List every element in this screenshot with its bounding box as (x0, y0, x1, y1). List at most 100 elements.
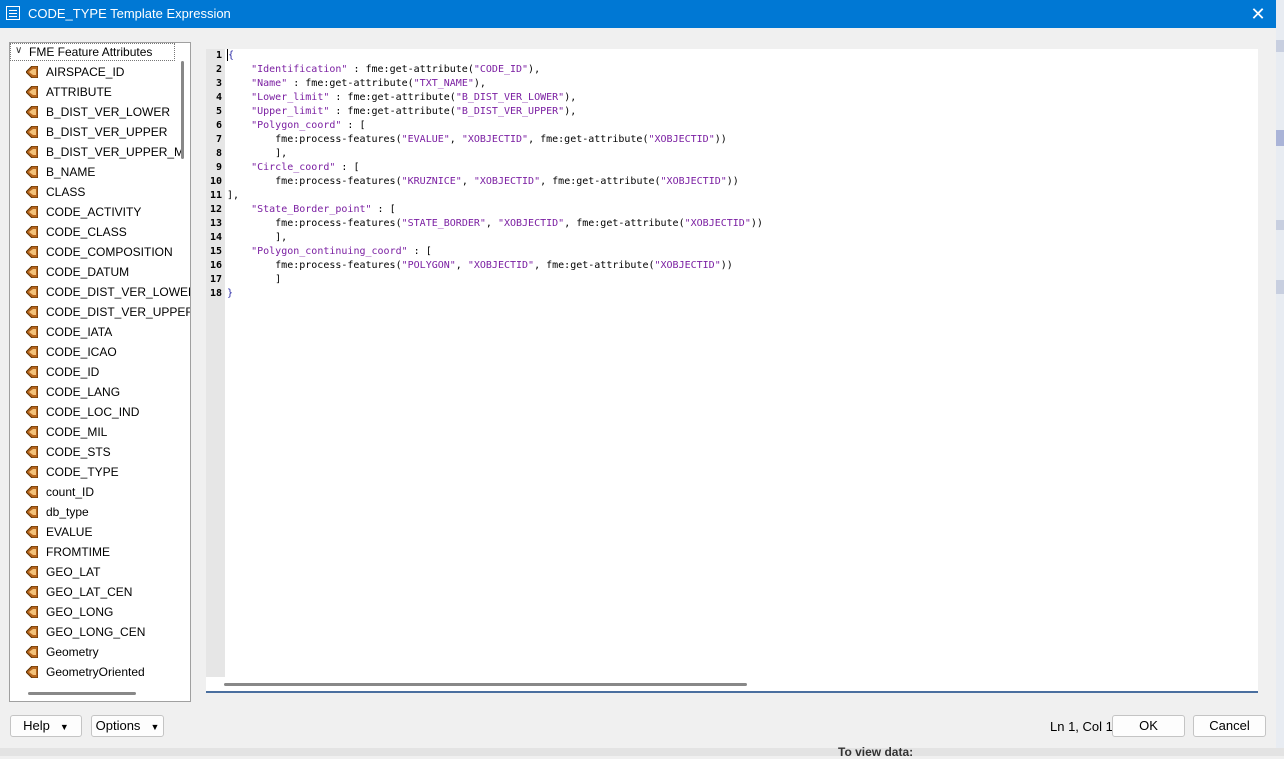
tree-item-label: CODE_ICAO (46, 345, 117, 359)
line-number-gutter: 1 2 3 4 5 6 7 8 9 10 11 12 13 14 15 16 17 18 (206, 49, 225, 677)
code-line[interactable]: "Name" : fme:get-attribute("TXT_NAME"), (227, 77, 1258, 91)
attribute-icon (26, 226, 38, 238)
tree-item[interactable]: GeometryOriented (10, 662, 176, 682)
code-line[interactable]: ], (227, 147, 1258, 161)
attribute-icon (26, 566, 38, 578)
tree-item[interactable]: CODE_TYPE (10, 462, 176, 482)
tree-root-fme-feature-attributes[interactable]: ∨ FME Feature Attributes (10, 43, 175, 61)
ok-button[interactable]: OK (1112, 715, 1185, 737)
code-line[interactable]: fme:process-features("POLYGON", "XOBJECT… (227, 259, 1258, 273)
tree-item-label: CODE_DATUM (46, 265, 130, 279)
line-number: 17 (209, 274, 222, 285)
line-number: 14 (209, 232, 222, 243)
tree-item-label: CODE_LOC_IND (46, 405, 140, 419)
tree-item[interactable]: B_DIST_VER_UPPER_M (10, 142, 184, 162)
help-button[interactable]: Help ▼ (10, 715, 82, 737)
line-number: 13 (209, 218, 222, 229)
code-line[interactable]: "Lower_limit" : fme:get-attribute("B_DIS… (227, 91, 1258, 105)
tree-item[interactable]: FROMTIME (10, 542, 176, 562)
code-line[interactable]: "Upper_limit" : fme:get-attribute("B_DIS… (227, 105, 1258, 119)
attribute-icon (26, 646, 38, 658)
attribute-icon (26, 666, 38, 678)
tree-item[interactable]: GEO_LONG (10, 602, 176, 622)
tree-item[interactable]: GEO_LAT_CEN (10, 582, 176, 602)
tree-item[interactable]: CODE_CLASS (10, 222, 176, 242)
tree-item[interactable]: CODE_LOC_IND (10, 402, 176, 422)
code-line[interactable]: fme:process-features("KRUZNICE", "XOBJEC… (227, 175, 1258, 189)
tree-item[interactable]: B_DIST_VER_LOWER (10, 102, 176, 122)
attribute-icon (26, 546, 38, 558)
attribute-icon (26, 166, 38, 178)
tree-item-label: GEO_LONG (46, 605, 114, 619)
tree-item[interactable]: CODE_MIL (10, 422, 176, 442)
expression-editor[interactable]: 1 2 3 4 5 6 7 8 9 10 11 12 13 14 15 16 17 18 { "Identific… (206, 49, 1258, 693)
tree-item[interactable]: count_ID (10, 482, 176, 502)
tree-item[interactable]: CODE_ACTIVITY (10, 202, 176, 222)
tree-item[interactable]: CODE_ICAO (10, 342, 176, 362)
background-window-bottom: To view data: (0, 746, 1284, 758)
tree-item[interactable]: CODE_STS (10, 442, 176, 462)
tree-item[interactable]: CODE_DIST_VER_UPPER (10, 302, 190, 322)
tree-item[interactable]: EVALUE (10, 522, 176, 542)
tree-item-label: CODE_IATA (46, 325, 113, 339)
code-line[interactable]: ], (227, 231, 1258, 245)
tree-vertical-scrollbar[interactable] (181, 61, 184, 159)
tree-item[interactable]: CODE_DIST_VER_LOWER (10, 282, 190, 302)
code-line[interactable]: fme:process-features("STATE_BORDER", "XO… (227, 217, 1258, 231)
close-icon[interactable]: ✕ (1240, 0, 1276, 28)
attribute-icon (26, 586, 38, 598)
attribute-tree[interactable]: ∨ FME Feature Attributes AIRSPACE_ID ATTR… (9, 42, 191, 702)
code-line[interactable]: "State_Border_point" : [ (227, 203, 1258, 217)
tree-item[interactable]: CODE_LANG (10, 382, 176, 402)
tree-item-label: B_DIST_VER_UPPER (46, 125, 168, 139)
chevron-down-icon: ▼ (59, 722, 69, 732)
tree-item-label: GeometryOriented (46, 665, 145, 679)
tree-item[interactable]: ATTRIBUTE (10, 82, 176, 102)
tree-item-label: Geometry (46, 645, 99, 659)
attribute-icon (26, 346, 38, 358)
attribute-icon (26, 286, 38, 298)
attribute-icon (26, 146, 38, 158)
attribute-icon (26, 626, 38, 638)
tree-item[interactable]: B_NAME (10, 162, 176, 182)
tree-item[interactable]: db_type (10, 502, 176, 522)
code-line[interactable]: ] (227, 273, 1258, 287)
tree-item-label: B_DIST_VER_UPPER_M (46, 145, 185, 159)
code-line[interactable]: "Polygon_continuing_coord" : [ (227, 245, 1258, 259)
attribute-icon (26, 466, 38, 478)
title-bar[interactable]: CODE_TYPE Template Expression ✕ (0, 0, 1276, 28)
tree-item[interactable]: GEO_LONG_CEN (10, 622, 176, 642)
code-line[interactable]: "Circle_coord" : [ (227, 161, 1258, 175)
attribute-icon (26, 126, 38, 138)
code-line[interactable]: } (227, 287, 1258, 301)
code-line[interactable]: fme:process-features("EVALUE", "XOBJECTI… (227, 133, 1258, 147)
tree-item-label: CODE_LANG (46, 385, 121, 399)
code-line[interactable]: ], (227, 189, 1258, 203)
cancel-button[interactable]: Cancel (1193, 715, 1266, 737)
tree-item-label: GEO_LAT_CEN (46, 585, 133, 599)
chevron-down-icon[interactable]: ∨ (15, 45, 22, 56)
tree-horizontal-scrollbar[interactable] (28, 692, 136, 695)
tree-item[interactable]: CODE_ID (10, 362, 176, 382)
tree-item[interactable]: CODE_DATUM (10, 262, 176, 282)
code-line[interactable]: "Identification" : fme:get-attribute("CO… (227, 63, 1258, 77)
tree-item[interactable]: CODE_COMPOSITION (10, 242, 176, 262)
options-button[interactable]: Options ▼ (91, 715, 164, 737)
editor-horizontal-scrollbar[interactable] (224, 683, 747, 686)
tree-item[interactable]: Geometry (10, 642, 176, 662)
tree-item[interactable]: CLASS (10, 182, 176, 202)
line-number: 15 (209, 246, 222, 257)
tree-item[interactable]: B_DIST_VER_UPPER (10, 122, 176, 142)
attribute-icon (26, 406, 38, 418)
tree-item-label: CODE_CLASS (46, 225, 127, 239)
tree-item[interactable]: AIRSPACE_ID (10, 62, 176, 82)
tree-item-label: ATTRIBUTE (46, 85, 112, 99)
code-line[interactable]: { (227, 49, 1258, 63)
attribute-icon (26, 66, 38, 78)
code-line[interactable]: "Polygon_coord" : [ (227, 119, 1258, 133)
code-area[interactable]: { "Identification" : fme:get-attribute("… (227, 49, 1258, 301)
line-number: 12 (209, 204, 222, 215)
tree-item[interactable]: GEO_LAT (10, 562, 176, 582)
tree-item[interactable]: CODE_IATA (10, 322, 176, 342)
dialog-icon (6, 6, 20, 20)
